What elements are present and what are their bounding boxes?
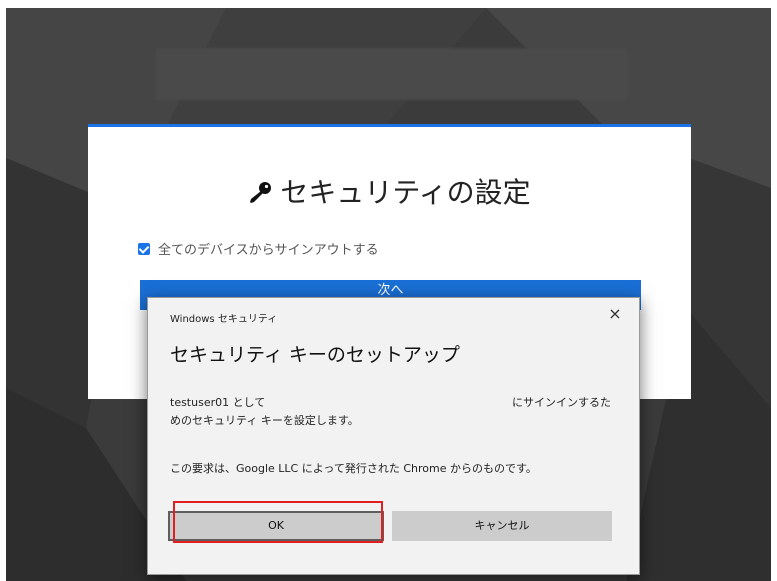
blurred-header (156, 48, 628, 100)
key-icon (248, 180, 274, 213)
card-title-text: セキュリティの設定 (280, 176, 531, 209)
dialog-heading: セキュリティ キーのセットアップ (170, 344, 460, 366)
dialog-message-line2: めのセキュリティ キーを設定します。 (170, 414, 359, 427)
highlight-box (173, 501, 383, 543)
signout-all-checkbox[interactable] (138, 242, 150, 255)
close-icon[interactable]: × (605, 304, 625, 324)
dialog-message-line3: この要求は、Google LLC によって発行された Chrome からのもので… (170, 462, 537, 475)
windows-security-dialog: Windows セキュリティ × セキュリティ キーのセットアップ testus… (147, 297, 640, 575)
dialog-message-part2: にサインインするた (512, 396, 611, 409)
cancel-button[interactable]: キャンセル (392, 511, 612, 541)
card-title: セキュリティの設定 (88, 171, 691, 213)
dialog-caption: Windows セキュリティ (170, 314, 278, 325)
signout-all-checkbox-row[interactable]: 全てのデバイスからサインアウトする (138, 239, 379, 258)
dialog-message-part1: testuser01 として (170, 396, 266, 409)
signout-all-label: 全てのデバイスからサインアウトする (158, 243, 379, 258)
